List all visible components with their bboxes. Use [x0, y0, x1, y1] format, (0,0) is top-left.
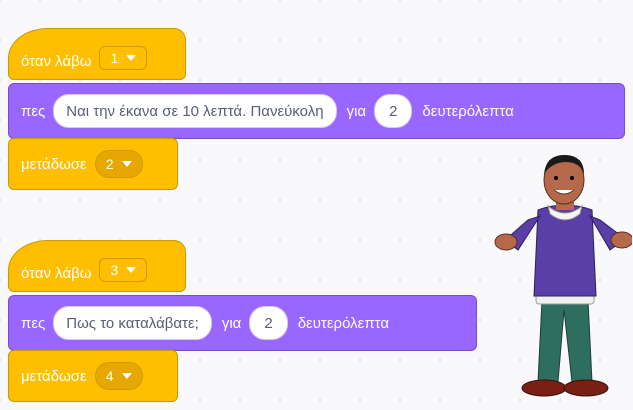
dropdown-value: 4	[105, 368, 114, 384]
when-i-receive-block-2[interactable]: όταν λάβω 3	[8, 240, 186, 292]
broadcast-block-2[interactable]: μετάδωσε 4	[8, 350, 178, 402]
say-for-secs-block-1[interactable]: πες Ναι την έκανα σε 10 λεπτά. Πανεύκολη…	[8, 83, 625, 139]
say-label: πες	[21, 102, 46, 120]
broadcast-dropdown-1[interactable]: 2	[94, 150, 143, 178]
message-dropdown-1[interactable]: 1	[99, 46, 148, 70]
dropdown-value: 2	[105, 156, 114, 172]
seconds-unit-label: δευτερόλεπτα	[422, 102, 514, 120]
when-i-receive-label: όταν λάβω	[21, 53, 92, 70]
when-i-receive-label: όταν λάβω	[21, 265, 92, 282]
seconds-unit-label: δευτερόλεπτα	[297, 314, 390, 332]
shrugging-man-sprite-icon	[494, 154, 632, 397]
seconds-input[interactable]: 2	[249, 306, 288, 340]
when-i-receive-block-1[interactable]: όταν λάβω 1	[8, 28, 186, 80]
broadcast-block-1[interactable]: μετάδωσε 2	[8, 138, 178, 190]
chevron-down-icon	[126, 267, 137, 273]
broadcast-label: μετάδωσε	[21, 155, 87, 173]
chevron-down-icon	[121, 373, 132, 379]
broadcast-label: μετάδωσε	[21, 367, 87, 385]
for-label: για	[221, 314, 242, 332]
chevron-down-icon	[126, 55, 137, 61]
seconds-input[interactable]: 2	[374, 94, 413, 128]
for-label: για	[346, 102, 367, 120]
say-text-input[interactable]: Ναι την έκανα σε 10 λεπτά. Πανεύκολη	[53, 94, 337, 128]
say-text-input[interactable]: Πως το καταλάβατε;	[53, 306, 212, 340]
dropdown-value: 3	[110, 262, 119, 278]
say-label: πες	[21, 314, 46, 332]
chevron-down-icon	[121, 161, 132, 167]
message-dropdown-2[interactable]: 3	[99, 258, 148, 282]
say-for-secs-block-2[interactable]: πες Πως το καταλάβατε; για 2 δευτερόλεπτ…	[8, 295, 477, 351]
broadcast-dropdown-2[interactable]: 4	[94, 362, 143, 390]
dropdown-value: 1	[110, 50, 119, 66]
